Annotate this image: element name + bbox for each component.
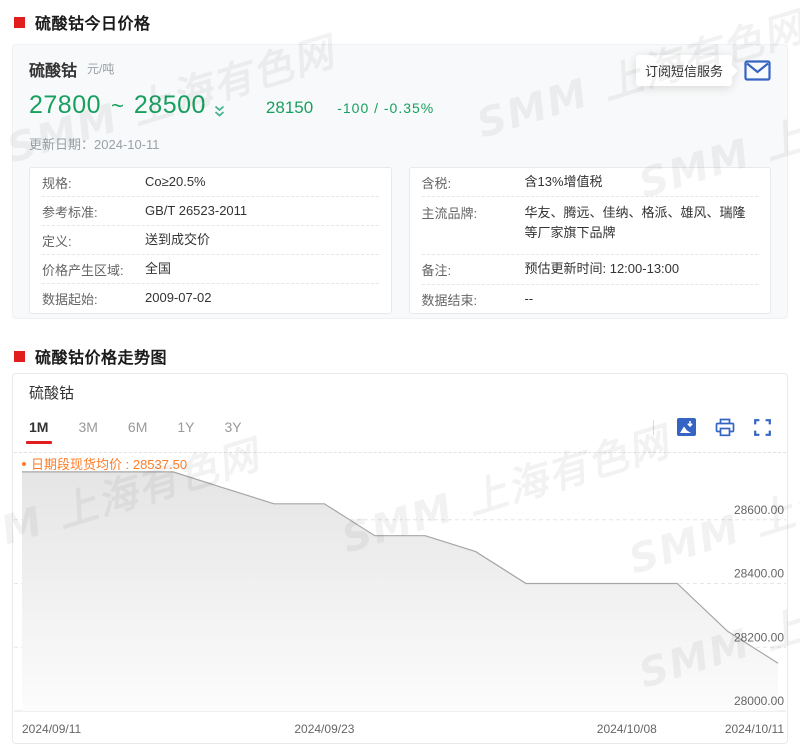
spec-label: 数据结束:: [421, 292, 478, 308]
section-title-today: 硫酸钴今日价格: [0, 0, 800, 34]
legend-label: 日期段现货均价 : 28537.50: [31, 457, 188, 472]
spec-row: 数据结束: --: [422, 285, 759, 313]
spec-row: 备注: 预估更新时间: 12:00-13:00: [421, 255, 758, 285]
y-axis-label: 28600.00: [734, 503, 784, 517]
spec-value: GB/T 26523-2011: [145, 202, 248, 218]
spec-row: 价格产生区域: 全国: [42, 255, 379, 284]
chart-legend[interactable]: 日期段现货均价 : 28537.50: [22, 454, 187, 473]
spec-value: 2009-07-02: [145, 290, 212, 306]
tab-3m[interactable]: 3M: [78, 416, 97, 438]
x-axis-label: 2024/09/23: [294, 722, 354, 736]
spec-row: 数据起始: 2009-07-02: [42, 284, 379, 313]
spec-value: 全国: [145, 260, 172, 276]
subscribe-sms-button[interactable]: 订阅短信服务: [635, 55, 732, 86]
tab-1m[interactable]: 1M: [29, 416, 48, 438]
spec-label: 备注:: [421, 263, 452, 278]
print-icon[interactable]: [715, 418, 735, 437]
price-range-tilde: ~: [111, 93, 124, 118]
section-today-heading: 硫酸钴今日价格: [35, 16, 151, 33]
spec-value: 送到成交价: [145, 231, 211, 247]
update-date: 更新日期：2024-10-11: [29, 137, 160, 152]
trend-chart-card: 硫酸钴 1M 3M 6M 1Y 3Y 日期段现货均价: 28537.50 28…: [12, 373, 788, 744]
spec-label: 价格产生区域:: [42, 262, 124, 278]
spec-label: 规格:: [42, 175, 72, 191]
mail-icon[interactable]: [744, 59, 771, 82]
spec-row: 定义: 送到成交价: [42, 226, 379, 255]
spec-label: 主流品牌:: [421, 206, 478, 221]
today-price-card: 硫酸钴 元/吨 订阅短信服务 27800 ~ 28500 28150 -100 …: [12, 44, 788, 319]
spec-value: 含13%增值税: [524, 173, 603, 189]
section-bullet-icon: [14, 16, 25, 28]
spec-value: 华友、腾远、佳纳、格派、雄风、瑞隆等厂家旗下品牌: [524, 205, 746, 241]
spec-label: 定义:: [42, 233, 72, 249]
range-tabs: 1M 3M 6M 1Y 3Y: [29, 416, 242, 438]
y-axis-label: 28200.00: [734, 630, 784, 644]
toolbar-divider: [653, 419, 654, 435]
x-axis-label: 2024/09/11: [22, 722, 81, 736]
x-axis-label: 2024/10/08: [597, 722, 657, 736]
spec-label: 参考标准:: [42, 204, 98, 220]
spec-label: 数据起始:: [42, 292, 98, 307]
spec-table-right: 含税: 含13%增值税 主流品牌: 华友、腾远、佳纳、格派、雄风、瑞隆等厂家旗下…: [408, 167, 771, 314]
tab-1y[interactable]: 1Y: [177, 416, 194, 438]
spec-row: 含税: 含13%增值税: [421, 168, 758, 197]
spec-label: 含税:: [421, 175, 452, 191]
chart-title: 硫酸钴: [29, 385, 75, 402]
price-low: 27800: [29, 91, 102, 119]
trend-down-icon: [213, 104, 226, 123]
product-name: 硫酸钴: [29, 63, 78, 80]
spec-row: 主流品牌: 华友、腾远、佳纳、格派、雄风、瑞隆等厂家旗下品牌: [421, 197, 758, 255]
tab-3y[interactable]: 3Y: [224, 416, 241, 438]
average-price: 28150: [265, 98, 314, 117]
chart-area: 日期段现货均价 : 28537.50 28000.00 28200.00 28400…: [14, 453, 786, 745]
page: SMM 上海有色网 SMM 上海有色网 SMM 上海有色网 SMM 上海有色网 …: [0, 0, 800, 745]
spec-row: 规格: Co≥20.5%: [42, 168, 379, 197]
spec-value: Co≥20.5%: [145, 173, 206, 189]
price-trend-chart[interactable]: 28000.00 28200.00 28400.00 28600.00 2024/09/…: [14, 453, 786, 745]
spec-table-left: 规格: Co≥20.5% 参考标准: GB/T 26523-2011 定义: 送…: [29, 167, 392, 314]
legend-dot-icon: [22, 461, 26, 466]
tab-6m[interactable]: 6M: [128, 416, 147, 438]
section-title-trend: 硫酸钴价格走势图: [0, 319, 800, 367]
price-unit: 元/吨: [87, 62, 115, 76]
y-axis-label: 28400.00: [734, 567, 784, 581]
price-high: 28500: [133, 91, 206, 119]
fullscreen-icon[interactable]: [754, 418, 771, 436]
area-fill: [22, 471, 778, 711]
y-axis-label: 28000.00: [734, 694, 784, 708]
x-axis-label: 2024/10/11: [725, 722, 784, 736]
spec-value: --: [524, 290, 534, 306]
save-image-icon[interactable]: [677, 418, 696, 436]
section-bullet-icon: [14, 350, 25, 362]
price-change: -100 / -0.35%: [337, 100, 435, 116]
spec-row: 参考标准: GB/T 26523-2011: [42, 197, 379, 226]
price-row: 27800 ~ 28500 28150 -100 / -0.35%: [29, 91, 771, 127]
spec-value: 预估更新时间: 12:00-13:00: [524, 261, 680, 277]
section-trend-heading: 硫酸钴价格走势图: [35, 350, 168, 367]
